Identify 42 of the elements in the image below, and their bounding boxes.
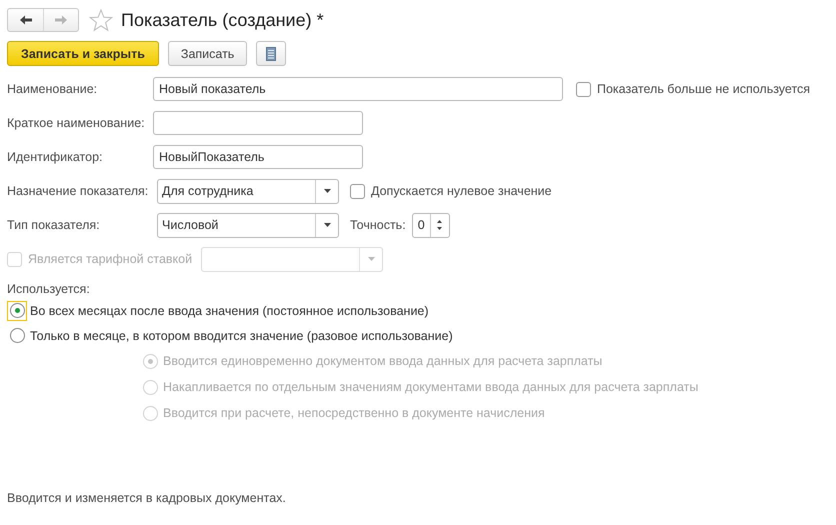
caret-icon bbox=[324, 223, 330, 227]
checkbox-label: Является тарифной ставкой bbox=[28, 252, 192, 266]
checkbox-label: Показатель больше не используется bbox=[597, 82, 810, 96]
radio-label: Только в месяце, в котором вводится значение (разовое использование) bbox=[30, 328, 453, 342]
purpose-dropdown[interactable]: Для сотрудника bbox=[157, 178, 339, 204]
field-label: Назначение показателя: bbox=[7, 184, 150, 198]
checkbox-option[interactable]: Показатель больше не используется bbox=[576, 82, 810, 96]
down-caret-icon bbox=[437, 227, 442, 230]
radio-option[interactable]: Во всех месяцах после ввода значения (постоянное использование) bbox=[7, 298, 836, 323]
radio-label: Накапливается по отдельным значениям документами ввода данных для расчета зарплаты bbox=[163, 380, 698, 394]
checkbox[interactable] bbox=[576, 82, 591, 96]
radio-button[interactable] bbox=[7, 300, 27, 320]
short-name-field[interactable] bbox=[153, 111, 363, 135]
type-dropdown[interactable]: Числовой bbox=[157, 212, 339, 238]
precision-spinner[interactable]: 0 bbox=[412, 212, 450, 238]
list-icon bbox=[266, 46, 276, 60]
name-field[interactable]: Новый показатель bbox=[153, 77, 563, 101]
radio-label: Вводится единовременно документом ввода данных для расчета зарплаты bbox=[163, 354, 602, 368]
caret-icon bbox=[368, 257, 375, 261]
left-arrow-icon bbox=[18, 15, 32, 25]
radio-label: Во всех месяцах после ввода значения (постоянное использование) bbox=[30, 304, 429, 318]
up-caret-icon bbox=[437, 220, 442, 223]
identifier-field[interactable]: НовыйПоказатель bbox=[153, 145, 363, 169]
window-title: Показатель (создание) * bbox=[121, 10, 324, 30]
caret-icon bbox=[324, 189, 330, 193]
save-button[interactable]: Записать bbox=[168, 41, 248, 66]
field-label: Точность: bbox=[350, 218, 406, 232]
field-label: Тип показателя: bbox=[7, 218, 101, 232]
field-label: Идентификатор: bbox=[7, 150, 104, 164]
section-label: Используется: bbox=[7, 282, 91, 298]
field-label: Наименование: bbox=[7, 82, 98, 96]
radio-label: Вводится при расчете, непосредственно в документе начисления bbox=[163, 406, 545, 420]
checkbox-option[interactable]: Допускается нулевое значение bbox=[350, 184, 552, 198]
right-arrow-icon bbox=[54, 15, 68, 25]
checkbox-label: Допускается нулевое значение bbox=[371, 184, 552, 198]
checkbox[interactable] bbox=[350, 184, 365, 198]
save-and-close-button[interactable]: Записать и закрыть bbox=[7, 41, 159, 66]
list-button[interactable] bbox=[256, 41, 286, 66]
radio-option[interactable]: Только в месяце, в котором вводится значение (разовое использование) bbox=[7, 323, 836, 348]
field-label: Краткое наименование: bbox=[7, 116, 146, 130]
star-icon[interactable] bbox=[89, 8, 113, 32]
hint-text: Вводится и изменяется в кадровых документах. bbox=[7, 491, 287, 505]
